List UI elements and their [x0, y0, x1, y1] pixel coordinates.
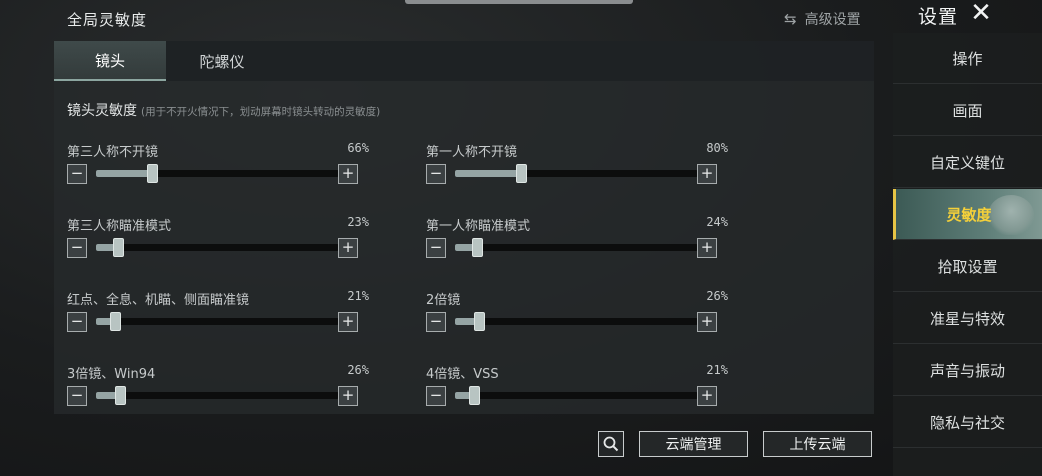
decrease-button[interactable]: − — [426, 164, 446, 184]
decrease-button[interactable]: − — [67, 312, 87, 332]
sidebar-item-sensitivity[interactable]: 灵敏度 — [893, 189, 1042, 240]
upload-cloud-button[interactable]: 上传云端 — [763, 431, 872, 457]
swap-icon: ⇆ — [784, 10, 797, 28]
slider-label: 第一人称不开镜 — [426, 145, 518, 160]
sidebar-item-crosshair-effects[interactable]: 准星与特效 — [893, 293, 1042, 344]
sidebar-item-label: 灵敏度 — [946, 205, 992, 224]
slider-thumb[interactable] — [471, 238, 483, 257]
tab-bar: 镜头 陀螺仪 — [54, 41, 874, 81]
page-title: 全局灵敏度 — [67, 11, 148, 29]
sensitivity-slider-row: 2倍镜 26% − + — [426, 289, 728, 335]
sensitivity-slider-row: 第三人称不开镜 66% − + — [67, 141, 369, 187]
decrease-button[interactable]: − — [67, 164, 87, 184]
slider-track[interactable] — [455, 238, 698, 257]
sidebar-item-label: 自定义键位 — [929, 153, 1005, 172]
sidebar-item-controls[interactable]: 操作 — [893, 33, 1042, 84]
slider-track[interactable] — [455, 312, 698, 331]
slider-value: 80% — [706, 141, 728, 155]
slider-label: 第一人称瞄准模式 — [426, 219, 531, 234]
slider-label: 4倍镜、VSS — [426, 367, 499, 382]
slider-value: 23% — [347, 215, 369, 229]
sidebar-item-label: 画面 — [952, 101, 983, 120]
increase-button[interactable]: + — [338, 386, 358, 406]
settings-sidebar: 操作 画面 自定义键位 灵敏度 拾取设置 准星与特效 声音与振动 隐私与社交 — [893, 33, 1042, 476]
slider-thumb[interactable] — [115, 386, 127, 405]
slider-value: 24% — [706, 215, 728, 229]
slider-fill — [96, 170, 152, 177]
decrease-button[interactable]: − — [67, 238, 87, 258]
section-title-text: 镜头灵敏度 — [67, 103, 137, 119]
slider-thumb[interactable] — [474, 312, 486, 331]
advanced-settings-label: 高级设置 — [804, 12, 861, 28]
slider-value: 21% — [706, 363, 728, 377]
decrease-button[interactable]: − — [67, 386, 87, 406]
slider-thumb[interactable] — [110, 312, 122, 331]
sidebar-item-pickup[interactable]: 拾取设置 — [893, 241, 1042, 292]
slider-label: 第三人称不开镜 — [67, 145, 159, 160]
decrease-button[interactable]: − — [426, 238, 446, 258]
sidebar-item-graphics[interactable]: 画面 — [893, 85, 1042, 136]
sidebar-item-label: 操作 — [952, 49, 983, 68]
increase-button[interactable]: + — [697, 164, 717, 184]
top-pull-handle[interactable] — [405, 0, 633, 4]
slider-thumb[interactable] — [469, 386, 481, 405]
slider-thumb[interactable] — [146, 164, 158, 183]
slider-label: 2倍镜 — [426, 293, 461, 308]
slider-track[interactable] — [96, 386, 339, 405]
sensitivity-slider-row: 第一人称不开镜 80% − + — [426, 141, 728, 187]
slider-label: 3倍镜、Win94 — [67, 367, 156, 382]
helmet-icon — [988, 195, 1034, 235]
sidebar-item-custom-layout[interactable]: 自定义键位 — [893, 137, 1042, 188]
slider-track[interactable] — [96, 238, 339, 257]
slider-thumb[interactable] — [515, 164, 527, 183]
increase-button[interactable]: + — [338, 238, 358, 258]
sidebar-item-privacy-social[interactable]: 隐私与社交 — [893, 397, 1042, 448]
section-note: (用于不开火情况下，划动屏幕时镜头转动的灵敏度) — [141, 106, 381, 118]
slider-value: 26% — [706, 289, 728, 303]
sidebar-item-sound-vibration[interactable]: 声音与振动 — [893, 345, 1042, 396]
increase-button[interactable]: + — [697, 386, 717, 406]
slider-track[interactable] — [455, 164, 698, 183]
sidebar-item-label: 准星与特效 — [929, 309, 1005, 328]
slider-label: 红点、全息、机瞄、侧面瞄准镜 — [67, 293, 250, 308]
sidebar-item-label: 拾取设置 — [937, 257, 998, 276]
sensitivity-slider-row: 3倍镜、Win94 26% − + — [67, 363, 369, 409]
sensitivity-slider-row: 第一人称瞄准模式 24% − + — [426, 215, 728, 261]
sidebar-item-label: 隐私与社交 — [929, 413, 1005, 432]
search-button[interactable] — [598, 431, 624, 457]
sensitivity-panel: 镜头 陀螺仪 镜头灵敏度 (用于不开火情况下，划动屏幕时镜头转动的灵敏度) 第三人… — [54, 41, 874, 414]
tab-lens[interactable]: 镜头 — [54, 41, 166, 81]
increase-button[interactable]: + — [697, 238, 717, 258]
increase-button[interactable]: + — [338, 312, 358, 332]
slider-value: 21% — [347, 289, 369, 303]
increase-button[interactable]: + — [697, 312, 717, 332]
sensitivity-slider-row: 4倍镜、VSS 21% − + — [426, 363, 728, 409]
slider-thumb[interactable] — [112, 238, 124, 257]
increase-button[interactable]: + — [338, 164, 358, 184]
slider-value: 26% — [347, 363, 369, 377]
slider-label: 第三人称瞄准模式 — [67, 219, 172, 234]
sensitivity-slider-row: 第三人称瞄准模式 23% − + — [67, 215, 369, 261]
search-icon — [603, 436, 619, 452]
sidebar-item-label: 声音与振动 — [929, 361, 1005, 380]
slider-track[interactable] — [455, 386, 698, 405]
section-title: 镜头灵敏度 (用于不开火情况下，划动屏幕时镜头转动的灵敏度) — [67, 100, 380, 120]
decrease-button[interactable]: − — [426, 386, 446, 406]
cloud-manage-button[interactable]: 云端管理 — [639, 431, 748, 457]
decrease-button[interactable]: − — [426, 312, 446, 332]
slider-fill — [455, 170, 521, 177]
slider-value: 66% — [347, 141, 369, 155]
sensitivity-slider-row: 红点、全息、机瞄、侧面瞄准镜 21% − + — [67, 289, 369, 335]
tab-gyroscope[interactable]: 陀螺仪 — [166, 41, 278, 81]
slider-track[interactable] — [96, 164, 339, 183]
advanced-settings-button[interactable]: ⇆ 高级设置 — [784, 8, 861, 30]
slider-track[interactable] — [96, 312, 339, 331]
settings-title: 设置 — [918, 6, 959, 28]
close-icon[interactable]: ✕ — [968, 0, 994, 27]
